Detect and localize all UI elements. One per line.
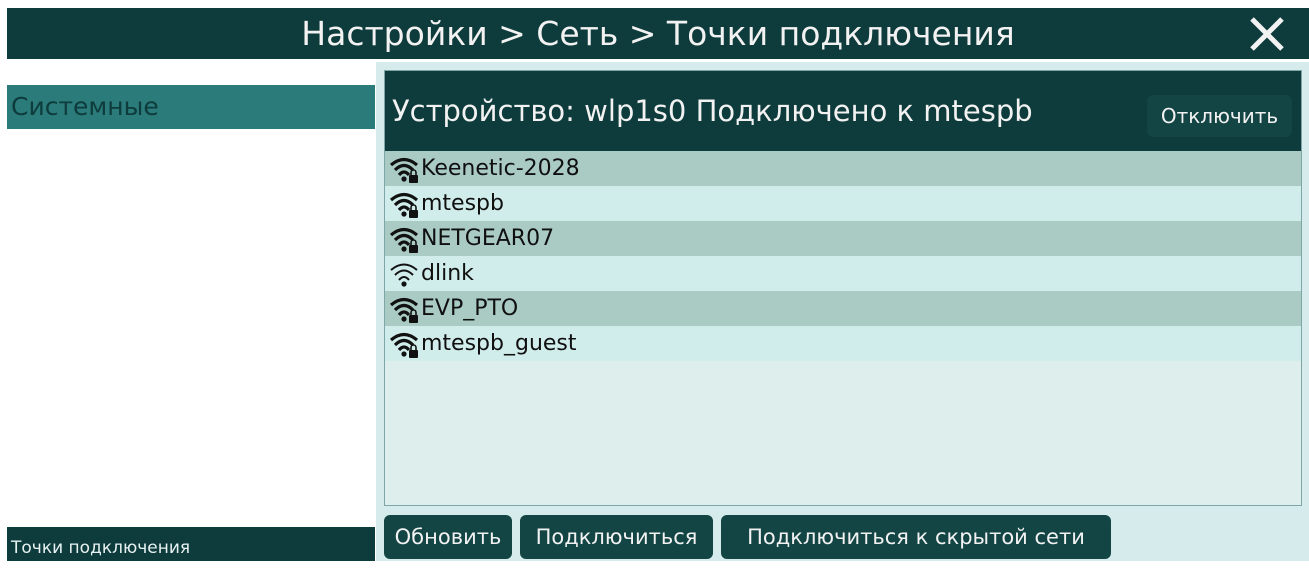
device-header: Устройство: wlp1s0 Подключено к mtespb О…: [385, 71, 1301, 151]
page-title: Настройки > Сеть > Точки подключения: [301, 14, 1015, 53]
sidebar-footer-label: Точки подключения: [7, 527, 375, 561]
wifi-lock-icon: [385, 326, 421, 361]
wifi-lock-icon: [385, 186, 421, 221]
device-panel: Устройство: wlp1s0 Подключено к mtespb О…: [384, 70, 1302, 506]
sidebar-item-system[interactable]: Системные: [7, 85, 375, 129]
wifi-lock-icon: [385, 151, 421, 186]
disconnect-button[interactable]: Отключить: [1147, 95, 1292, 137]
connection-points-panel: Устройство: wlp1s0 Подключено к mtespb О…: [376, 62, 1309, 561]
network-list-item[interactable]: EVP_PTO: [385, 291, 1301, 326]
connect-button[interactable]: Подключиться: [520, 515, 713, 559]
wifi-lock-icon: [385, 291, 421, 326]
network-list-item[interactable]: NETGEAR07: [385, 221, 1301, 256]
network-ssid: EVP_PTO: [421, 296, 519, 321]
close-button[interactable]: [1243, 8, 1291, 59]
network-ssid: mtespb_guest: [421, 331, 577, 356]
connect-hidden-network-button[interactable]: Подключиться к скрытой сети: [721, 515, 1111, 559]
close-icon: [1250, 16, 1284, 51]
action-bar: Обновить Подключиться Подключиться к скр…: [384, 515, 1111, 559]
network-list-item[interactable]: mtespb: [385, 186, 1301, 221]
network-list: Keenetic-2028 mtespb NETGEAR07 dlink EVP…: [385, 151, 1301, 361]
wifi-icon: [385, 256, 421, 291]
network-ssid: dlink: [421, 261, 474, 286]
device-status: Устройство: wlp1s0 Подключено к mtespb: [392, 94, 1033, 128]
refresh-button[interactable]: Обновить: [384, 515, 512, 559]
network-list-item[interactable]: mtespb_guest: [385, 326, 1301, 361]
network-ssid: mtespb: [421, 191, 504, 216]
network-list-item[interactable]: Keenetic-2028: [385, 151, 1301, 186]
network-ssid: NETGEAR07: [421, 226, 555, 251]
title-bar: Настройки > Сеть > Точки подключения: [7, 8, 1309, 59]
wifi-lock-icon: [385, 221, 421, 256]
network-ssid: Keenetic-2028: [421, 156, 580, 181]
network-list-item[interactable]: dlink: [385, 256, 1301, 291]
